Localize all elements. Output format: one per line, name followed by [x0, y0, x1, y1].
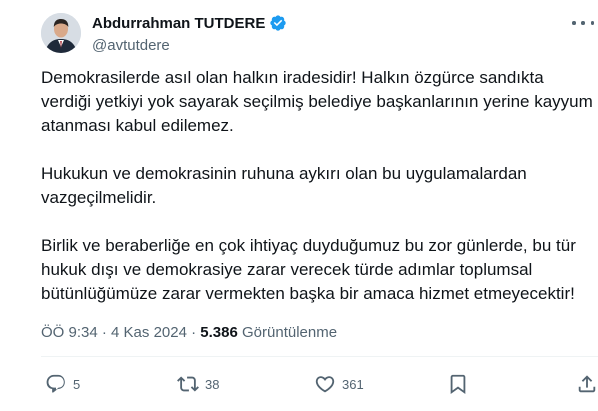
action-bar: 5 38 361	[41, 370, 598, 398]
bookmark-icon	[447, 373, 469, 395]
like-count: 361	[342, 376, 364, 392]
views-label: Görüntülenme	[242, 324, 338, 341]
share-button[interactable]	[576, 370, 598, 398]
tweet-line: hukuk dışı ve demokrasiye zarar verecek …	[41, 260, 533, 279]
share-icon	[576, 373, 598, 395]
more-options-icon[interactable]	[572, 16, 594, 30]
author-display-name[interactable]: Abdurrahman TUTDERE	[92, 15, 265, 32]
tweet-date[interactable]: 4 Kas 2024	[111, 324, 187, 341]
tweet-paragraph: Demokrasilerde asıl olan halkın iradesid…	[41, 66, 598, 138]
reply-count: 5	[73, 376, 81, 392]
retweet-button[interactable]: 38	[177, 370, 219, 398]
retweet-count: 38	[205, 376, 220, 392]
tweet-line: Hukukun ve demokrasinin ruhuna aykırı ol…	[41, 164, 527, 183]
meta-separator: ·	[101, 324, 107, 341]
reply-icon	[45, 373, 67, 395]
like-button[interactable]: 361	[314, 370, 364, 398]
tweet-meta: ÖÖ 9:34 · 4 Kas 2024 · 5.386 Görüntülenm…	[41, 324, 337, 341]
bookmark-button[interactable]	[447, 370, 469, 398]
author-name-row: Abdurrahman TUTDERE	[92, 14, 287, 32]
tweet-line: bütünlüğümüze zarar vermekten başka bir …	[41, 284, 575, 303]
meta-separator: ·	[191, 324, 197, 341]
author-handle[interactable]: @avtutdere	[92, 37, 170, 54]
tweet-time[interactable]: ÖÖ 9:34	[41, 324, 98, 341]
divider	[41, 356, 598, 357]
tweet-paragraph: Birlik ve beraberliğe en çok ihtiyaç duy…	[41, 234, 598, 306]
tweet-line: verdiği yetkiyi yok sayarak seçilmiş bel…	[41, 92, 593, 111]
tweet-text: Demokrasilerde asıl olan halkın iradesid…	[41, 66, 598, 330]
tweet-paragraph: Hukukun ve demokrasinin ruhuna aykırı ol…	[41, 162, 598, 210]
tweet-line: Demokrasilerde asıl olan halkın iradesid…	[41, 68, 544, 87]
avatar[interactable]	[41, 13, 81, 53]
reply-button[interactable]: 5	[45, 370, 80, 398]
tweet-line: atanması kabul edilemez.	[41, 116, 234, 135]
verified-badge-icon[interactable]	[269, 14, 287, 32]
tweet-line: Birlik ve beraberliğe en çok ihtiyaç duy…	[41, 236, 576, 255]
views-count: 5.386	[200, 324, 238, 341]
tweet-line: vazgeçilmelidir.	[41, 188, 157, 207]
heart-icon	[314, 373, 336, 395]
retweet-icon	[177, 373, 199, 395]
tweet-card: Abdurrahman TUTDERE @avtutdere Demokrasi…	[0, 0, 598, 411]
